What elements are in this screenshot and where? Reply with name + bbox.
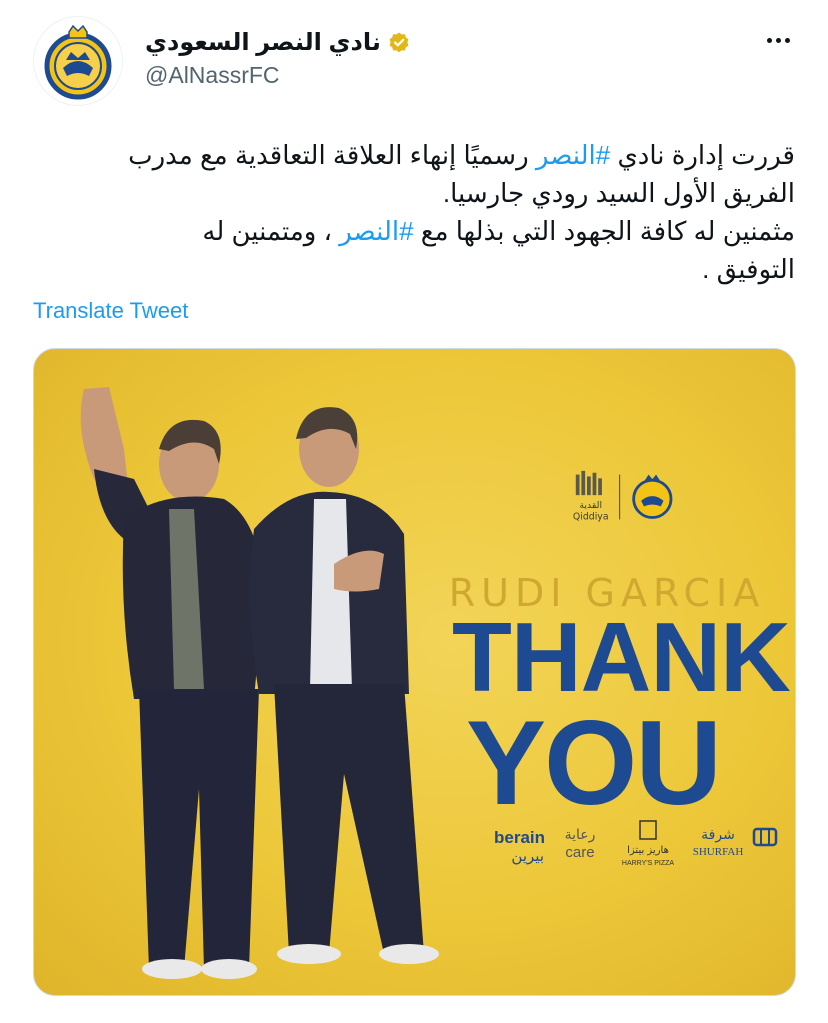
- svg-text:هاريز بيتزا: هاريز بيتزا: [627, 845, 669, 856]
- translate-tweet-link[interactable]: Translate Tweet: [33, 298, 188, 324]
- care-logo: رعاية care: [565, 827, 596, 861]
- account-handle[interactable]: @AlNassrFC: [145, 62, 280, 89]
- more-options-icon[interactable]: [758, 30, 798, 50]
- berain-logo: berain بيرين: [494, 828, 545, 865]
- svg-text:رعاية: رعاية: [565, 827, 596, 843]
- name-row: نادي النصر السعودي: [145, 28, 411, 57]
- qiddiya-ar-text: القدية: [579, 500, 602, 511]
- sponsor-logos: berain بيرين رعاية care هاريز بيتزا HARR…: [494, 820, 778, 867]
- svg-text:بيرين: بيرين: [511, 847, 544, 865]
- qiddiya-en-text: Qiddiya: [573, 511, 609, 522]
- tweet-media-image[interactable]: القدية Qiddiya RUDI GARCIA THANK YOU ber…: [33, 348, 796, 996]
- hashtag-link[interactable]: #النصر: [536, 140, 610, 170]
- avatar[interactable]: [33, 16, 123, 106]
- verified-badge-icon: [389, 32, 409, 52]
- tweet-text-segment: قررت إدارة نادي: [610, 140, 795, 170]
- tweet-text-segment: ، ومتمنين له: [202, 216, 340, 246]
- tweet-line-2: الفريق الأول السيد رودي جارسيا.: [442, 178, 795, 208]
- svg-text:berain: berain: [494, 828, 545, 847]
- shurfah-logo: شرفة SHURFAH: [693, 827, 778, 858]
- tweet-text-segment: رسميًا إنهاء العلاقة التعاقدية مع مدرب: [128, 140, 536, 170]
- svg-text:SHURFAH: SHURFAH: [693, 846, 744, 858]
- al-nassr-crest-small-icon: [632, 474, 673, 519]
- harrys-pizza-logo: هاريز بيتزا HARRY'S PIZZA: [622, 820, 674, 867]
- tweet-line-3: مثمنين له كافة الجهود التي بذلها مع #الن…: [25, 212, 795, 250]
- tweet-header: نادي النصر السعودي @AlNassrFC: [0, 0, 828, 120]
- tweet-text-segment: مثمنين له كافة الجهود التي بذلها مع: [413, 216, 795, 246]
- svg-text:شرفة: شرفة: [701, 827, 735, 843]
- tweet-line-1: قررت إدارة نادي #النصر رسميًا إنهاء العل…: [25, 136, 795, 174]
- you-heading: YOU: [466, 696, 722, 830]
- display-name[interactable]: نادي النصر السعودي: [145, 28, 381, 57]
- tweet-line-4: التوفيق .: [702, 254, 795, 284]
- qiddiya-logo: القدية Qiddiya: [573, 470, 609, 522]
- svg-text:care: care: [565, 844, 594, 861]
- svg-text:HARRY'S PIZZA: HARRY'S PIZZA: [622, 860, 674, 867]
- tweet-text: قررت إدارة نادي #النصر رسميًا إنهاء العل…: [25, 136, 795, 288]
- al-nassr-crest-icon: [44, 24, 112, 100]
- hashtag-link[interactable]: #النصر: [339, 216, 413, 246]
- coach-figure-right: [250, 407, 439, 964]
- partner-logos-top: القدية Qiddiya: [573, 470, 673, 522]
